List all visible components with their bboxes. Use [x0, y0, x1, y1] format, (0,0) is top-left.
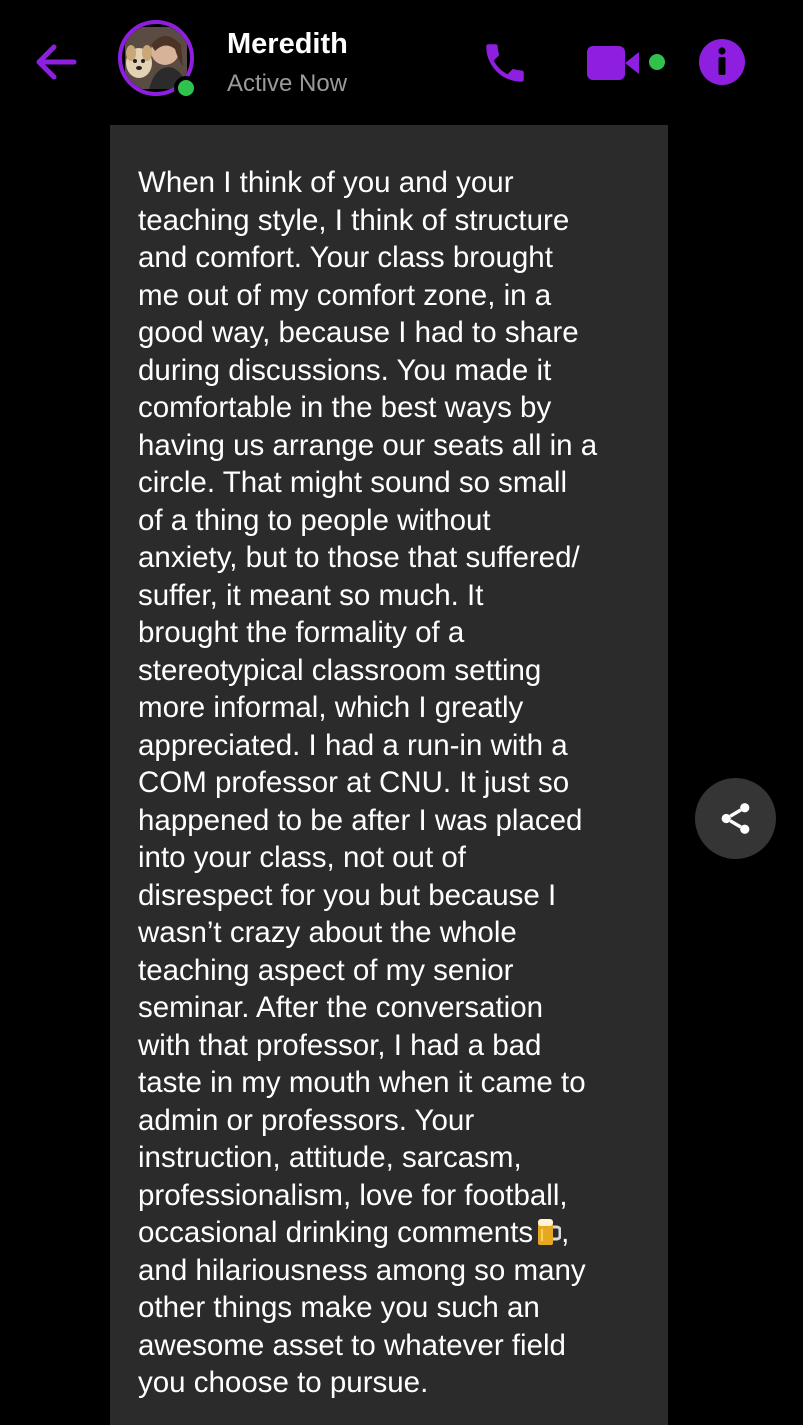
beer-mug-icon: [535, 1214, 562, 1248]
contact-avatar[interactable]: [118, 20, 200, 102]
video-call-button[interactable]: [585, 42, 671, 84]
video-camera-icon: [587, 46, 665, 80]
message-text-part-1: When I think of you and your teaching st…: [138, 166, 598, 1249]
share-icon: [721, 803, 750, 834]
phone-icon: [486, 44, 524, 82]
contact-status: Active Now: [227, 70, 348, 97]
back-button[interactable]: [30, 38, 82, 86]
online-indicator: [174, 76, 198, 100]
call-button[interactable]: [480, 38, 530, 88]
arrow-left-icon: [36, 44, 77, 80]
share-button[interactable]: [695, 778, 776, 859]
contact-name[interactable]: Meredith: [227, 28, 348, 61]
info-button[interactable]: [698, 38, 746, 86]
chat-header: Meredith Active Now: [0, 0, 803, 122]
info-icon: [699, 39, 745, 85]
message-text: When I think of you and your teaching st…: [138, 164, 648, 1402]
